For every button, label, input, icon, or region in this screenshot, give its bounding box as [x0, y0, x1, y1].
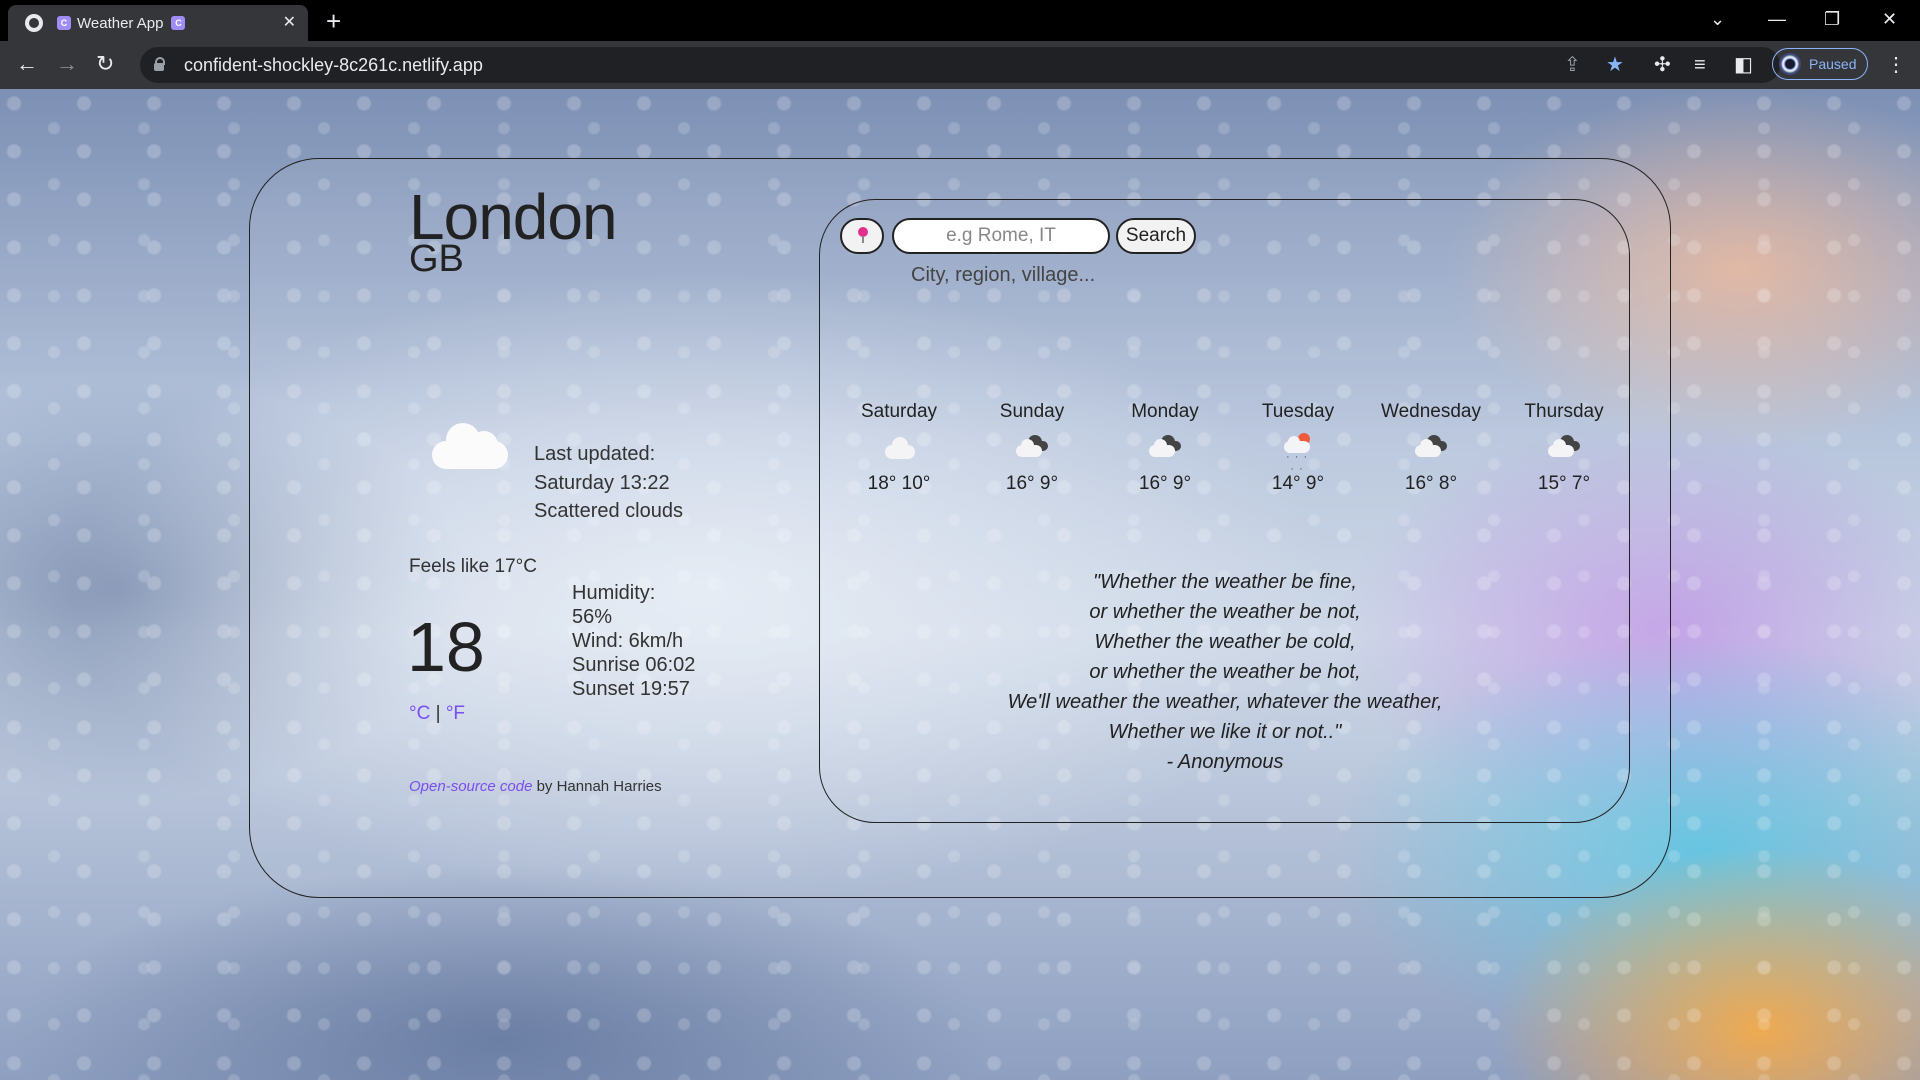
- unit-toggle: °C | °F: [409, 703, 465, 725]
- humidity-label: Humidity:: [572, 582, 656, 604]
- city-search-input[interactable]: [892, 218, 1110, 254]
- sunrise-time: Sunrise 06:02: [572, 654, 696, 676]
- tab-search-icon[interactable]: ⌄: [1710, 6, 1725, 32]
- url-text[interactable]: confident-shockley-8c261c.netlify.app: [184, 55, 483, 76]
- quote-author: - Anonymous: [1166, 751, 1284, 773]
- last-updated-label: Last updated:: [534, 443, 656, 465]
- forecast-day-name: Thursday: [1524, 401, 1604, 422]
- cloud-icon: [879, 433, 919, 463]
- last-updated-time: Saturday 13:22: [534, 472, 670, 494]
- country-code: GB: [409, 238, 464, 280]
- quote-line: or whether the weather be hot,: [1089, 661, 1361, 683]
- forward-icon[interactable]: →: [56, 51, 78, 77]
- restore-icon[interactable]: ❐: [1824, 6, 1840, 32]
- broken-clouds-icon: [1012, 433, 1052, 463]
- quote-line: "Whether the weather be fine,: [1093, 571, 1357, 593]
- forecast-day-name: Saturday: [860, 401, 938, 422]
- forecast-day-name: Monday: [1131, 401, 1199, 422]
- back-icon[interactable]: ←: [16, 51, 38, 77]
- profile-status: Paused: [1809, 56, 1857, 72]
- forecast-day-name: Sunday: [999, 401, 1065, 422]
- broken-clouds-icon: [1544, 433, 1584, 463]
- tab-title: Weather App: [77, 14, 164, 32]
- forecast-day-name: Wednesday: [1381, 401, 1481, 422]
- quote-line: Whether the weather be cold,: [1094, 631, 1356, 653]
- share-icon[interactable]: ⇪: [1564, 53, 1581, 77]
- weather-quote: "Whether the weather be fine, or whether…: [835, 567, 1615, 777]
- feels-like: Feels like 17°C: [409, 556, 537, 577]
- forecast-temps: 18° 10°: [867, 473, 931, 494]
- tab-bar: C Weather App C ✕ + ⌄ — ❐ ✕: [0, 0, 1920, 41]
- bookmark-star-icon[interactable]: ★: [1606, 53, 1624, 77]
- forecast-day: Thursday 15° 7°: [1494, 401, 1634, 495]
- search-button[interactable]: Search: [1116, 218, 1196, 254]
- browser-tab[interactable]: C Weather App C ✕: [8, 5, 308, 41]
- extension-badge-icon: C: [171, 16, 186, 30]
- quote-line: or whether the weather be not,: [1089, 601, 1361, 623]
- browser-toolbar: ← → ↻ confident-shockley-8c261c.netlify.…: [0, 41, 1920, 89]
- fahrenheit-link[interactable]: °F: [446, 703, 465, 724]
- globe-icon: [25, 14, 43, 32]
- forecast-day-name: Tuesday: [1261, 401, 1335, 422]
- minimize-icon[interactable]: —: [1768, 6, 1786, 32]
- forecast-temps: 15° 7°: [1537, 473, 1591, 494]
- sun-rain-icon: · · · · ·: [1278, 433, 1318, 475]
- close-window-icon[interactable]: ✕: [1882, 6, 1897, 32]
- author-credit: by Hannah Harries: [536, 778, 662, 795]
- forecast-temps: 16° 8°: [1404, 473, 1458, 494]
- page-viewport: London GB Last updated: Saturday 13:22 S…: [0, 89, 1920, 1080]
- avatar: [1779, 53, 1801, 75]
- cloud-icon: [432, 419, 512, 469]
- address-bar[interactable]: confident-shockley-8c261c.netlify.app ⇪ …: [140, 47, 1780, 83]
- forecast-temps: 14° 9°: [1271, 473, 1325, 494]
- location-pin-icon: [858, 227, 868, 243]
- profile-button[interactable]: Paused: [1772, 48, 1868, 80]
- media-control-icon[interactable]: ≡: [1694, 53, 1706, 77]
- extension-badge-icon: C: [57, 16, 71, 30]
- search-hint: City, region, village...: [911, 264, 1096, 286]
- broken-clouds-icon: [1145, 433, 1185, 463]
- source-code-link[interactable]: Open-source code: [409, 778, 532, 795]
- side-panel-icon[interactable]: ◧: [1734, 53, 1753, 77]
- unit-separator: |: [435, 703, 441, 724]
- forecast-day: Saturday 18° 10°: [829, 401, 969, 495]
- close-tab-icon[interactable]: ✕: [283, 13, 296, 33]
- forecast-temps: 16° 9°: [1138, 473, 1192, 494]
- humidity-value: 56%: [572, 606, 613, 628]
- extensions-icon[interactable]: ✣: [1654, 53, 1671, 77]
- weather-description: Scattered clouds: [534, 500, 683, 522]
- forecast-day: Sunday 16° 9°: [962, 401, 1102, 495]
- forecast-day: Tuesday · · · · · 14° 9°: [1228, 401, 1368, 495]
- lock-icon[interactable]: [154, 57, 165, 71]
- quote-line: We'll weather the weather, whatever the …: [1007, 691, 1443, 713]
- footer-credit: Open-source code by Hannah Harries: [409, 778, 662, 795]
- forecast-temps: 16° 9°: [1005, 473, 1059, 494]
- wind-speed: Wind: 6km/h: [572, 630, 684, 652]
- menu-icon[interactable]: ⋮: [1886, 53, 1906, 77]
- new-tab-button[interactable]: +: [326, 6, 341, 36]
- quote-line: Whether we like it or not..": [1108, 721, 1342, 743]
- current-location-button[interactable]: [840, 218, 884, 254]
- current-temperature: 18: [407, 608, 485, 686]
- reload-icon[interactable]: ↻: [96, 51, 114, 77]
- sunset-time: Sunset 19:57: [572, 678, 690, 700]
- forecast-day: Wednesday 16° 8°: [1361, 401, 1501, 495]
- broken-clouds-icon: [1411, 433, 1451, 463]
- forecast-day: Monday 16° 9°: [1095, 401, 1235, 495]
- celsius-link[interactable]: °C: [409, 703, 430, 724]
